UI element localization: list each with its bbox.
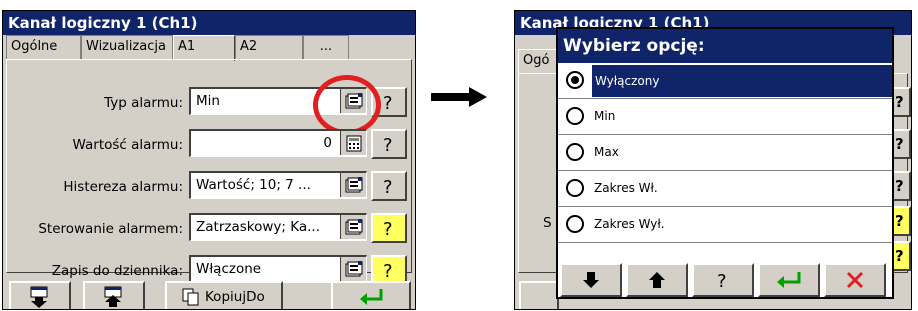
- tab-wizualizacja[interactable]: Wizualizacja: [81, 35, 173, 59]
- option-label: Zakres Wł.: [594, 181, 658, 195]
- transition-arrow-icon: [431, 87, 487, 107]
- option-zakres-wl[interactable]: Zakres Wł.: [558, 171, 892, 207]
- alarm-value-field[interactable]: 0: [189, 129, 367, 157]
- select-option-icon[interactable]: [340, 173, 366, 197]
- copy-to-label: KopiujDo: [205, 289, 265, 305]
- close-button[interactable]: [824, 263, 886, 297]
- scroll-down-button[interactable]: [560, 263, 622, 297]
- tab-label: ...: [319, 39, 333, 54]
- field-label: Histereza alarmu:: [63, 179, 183, 195]
- tab-a2[interactable]: A2: [235, 35, 303, 59]
- option-label: Max: [594, 145, 619, 159]
- help-button-active[interactable]: ?: [371, 213, 407, 243]
- help-icon: ?: [717, 271, 727, 291]
- alarm-control-field[interactable]: Zatrzaskowy; Ka...: [189, 213, 367, 241]
- alarm-value: 0: [323, 135, 332, 151]
- close-icon: [846, 271, 864, 289]
- tab-a1[interactable]: A1: [173, 35, 235, 61]
- option-max[interactable]: Max: [558, 135, 892, 171]
- tab-ogolne[interactable]: Ogólne: [6, 35, 81, 59]
- help-button-active[interactable]: ?: [891, 241, 911, 271]
- help-button-active[interactable]: ?: [891, 206, 911, 236]
- radio-icon[interactable]: [566, 143, 584, 161]
- svg-text:?: ?: [383, 177, 393, 198]
- option-label: Wyłączony: [592, 65, 892, 97]
- radio-icon[interactable]: [566, 179, 584, 197]
- alarm-type-value: Min: [196, 93, 220, 109]
- move-down-button[interactable]: [9, 281, 71, 309]
- scroll-up-button[interactable]: [626, 263, 688, 297]
- enter-icon: [777, 272, 801, 288]
- calculator-icon[interactable]: [340, 131, 366, 155]
- svg-text:?: ?: [383, 219, 393, 240]
- select-option-icon[interactable]: [340, 215, 366, 239]
- move-down-button[interactable]: [519, 281, 559, 309]
- svg-text:?: ?: [717, 271, 727, 291]
- help-button[interactable]: ?: [891, 87, 911, 117]
- hysteresis-value: Wartość; 10; 7 ...: [196, 177, 311, 193]
- tab-ogolne[interactable]: Ogó: [518, 49, 558, 75]
- svg-text:?: ?: [383, 261, 393, 282]
- move-up-button[interactable]: [83, 281, 145, 309]
- option-min[interactable]: Min: [558, 99, 892, 135]
- hysteresis-field[interactable]: Wartość; 10; 7 ...: [189, 171, 367, 199]
- help-button[interactable]: ?: [692, 263, 754, 297]
- select-option-icon[interactable]: [340, 257, 366, 281]
- option-label: Min: [594, 109, 616, 123]
- help-button[interactable]: ?: [891, 129, 911, 159]
- help-button[interactable]: ?: [371, 129, 407, 159]
- move-down-icon: [30, 286, 48, 308]
- option-wylaczony[interactable]: Wyłączony: [558, 63, 892, 99]
- select-option-dialog: Wybierz opcję: Wyłączony Min Max Zakres …: [556, 27, 894, 299]
- copy-icon: [182, 288, 199, 306]
- svg-text:?: ?: [383, 135, 393, 156]
- field-label: Sterowanie alarmem:: [38, 221, 183, 237]
- dialog-title: Wybierz opcję:: [558, 29, 892, 63]
- help-button[interactable]: ?: [371, 171, 407, 201]
- highlight-circle: [313, 75, 381, 135]
- log-field[interactable]: Włączone: [189, 255, 367, 283]
- down-arrow-icon: [583, 272, 599, 288]
- help-button[interactable]: ?: [891, 171, 911, 201]
- copy-to-button[interactable]: KopiujDo: [165, 281, 283, 309]
- field-label: Wartość alarmu:: [72, 137, 183, 153]
- field-label: Typ alarmu:: [104, 95, 183, 111]
- left-window: Kanał logiczny 1 (Ch1) Ogólne Wizualizac…: [2, 10, 416, 310]
- tab-label: Ogó: [523, 53, 550, 68]
- window-title: Kanał logiczny 1 (Ch1): [3, 11, 415, 35]
- up-arrow-icon: [649, 272, 665, 288]
- option-zakres-wyl[interactable]: Zakres Wył.: [558, 207, 892, 243]
- move-up-icon: [104, 286, 122, 307]
- tab-label: A1: [178, 39, 196, 54]
- radio-icon[interactable]: [566, 107, 584, 125]
- enter-button[interactable]: [758, 263, 820, 297]
- svg-text:?: ?: [383, 93, 393, 114]
- tab-label: Ogólne: [11, 39, 58, 54]
- radio-icon[interactable]: [566, 215, 584, 233]
- enter-button[interactable]: [331, 281, 411, 309]
- field-label: Zapis do dziennika:: [51, 263, 183, 279]
- tab-label: A2: [240, 39, 258, 54]
- enter-icon: [360, 289, 383, 305]
- field-label-fragment: S: [543, 215, 552, 231]
- log-value: Włączone: [196, 261, 262, 277]
- tab-more[interactable]: ...: [303, 35, 349, 59]
- radio-selected-icon[interactable]: [566, 71, 584, 89]
- option-label: Zakres Wył.: [594, 217, 665, 231]
- alarm-control-value: Zatrzaskowy; Ka...: [196, 219, 320, 235]
- tab-label: Wizualizacja: [86, 39, 166, 54]
